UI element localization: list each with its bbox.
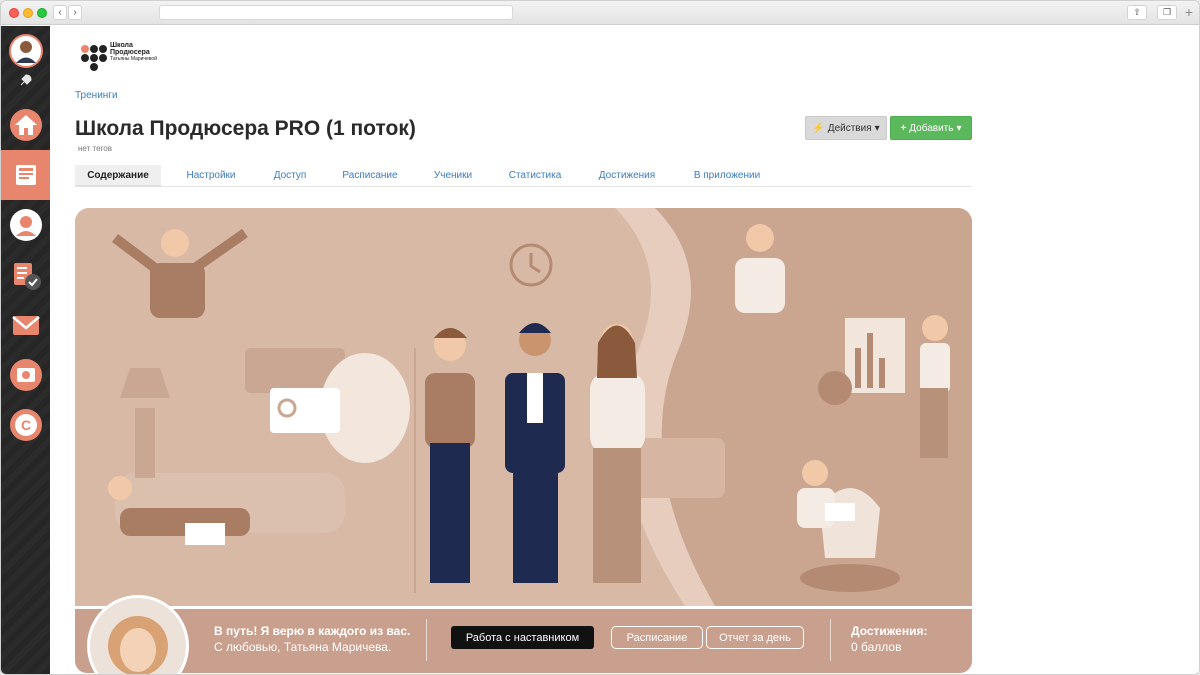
tags-label: нет тегов — [78, 144, 112, 153]
chevron-right-icon[interactable]: › — [68, 5, 82, 20]
tab-schedule[interactable]: Расписание — [335, 165, 405, 187]
sidebar-item-trainings[interactable] — [1, 150, 50, 200]
course-banner — [75, 208, 972, 606]
book-icon — [15, 165, 36, 185]
tab-achievements[interactable]: Достижения — [589, 165, 665, 187]
camera-icon — [9, 359, 42, 391]
add-button[interactable]: + Добавить ▾ — [890, 116, 972, 140]
bolt-icon: ⚡ — [812, 122, 825, 134]
sidebar-item-home[interactable] — [1, 100, 50, 150]
sidebar-item-sales[interactable]: C — [1, 400, 50, 450]
achievements-value: 0 баллов — [851, 640, 902, 654]
logo-line-1: Школа — [110, 42, 133, 49]
home-icon — [9, 109, 42, 141]
tab-content[interactable]: Содержание — [75, 165, 161, 187]
greeting-text: В путь! Я верю в каждого из вас. — [214, 624, 411, 638]
chevron-left-icon[interactable]: ‹ — [53, 5, 67, 20]
tab-settings[interactable]: Настройки — [171, 165, 251, 187]
sidebar-item-mail[interactable] — [1, 300, 50, 350]
mentor-button[interactable]: Работа с наставником — [451, 626, 594, 649]
sidebar-item-tasks[interactable] — [1, 250, 50, 300]
banner-illustration — [75, 208, 972, 606]
plus-icon: + — [900, 122, 907, 134]
sidebar: C — [1, 26, 50, 674]
logo-text: Школа Продюсера Татьяны Маричевой — [110, 42, 157, 63]
tabs-bar: Содержание Настройки Доступ Расписание У… — [75, 165, 972, 187]
mail-icon — [11, 316, 40, 335]
close-window-button[interactable] — [9, 8, 19, 18]
plus-icon[interactable]: + — [1185, 5, 1193, 19]
info-bar: В путь! Я верю в каждого из вас. С любов… — [75, 595, 972, 674]
caret-down-icon: ▾ — [956, 122, 962, 134]
schedule-button[interactable]: Расписание — [611, 626, 703, 649]
people-icon — [9, 209, 42, 241]
actions-button[interactable]: ⚡ Действия ▾ — [805, 116, 887, 140]
logo-line-2: Продюсера — [110, 49, 150, 56]
signature-text: С любовью, Татьяна Маричева. — [214, 640, 392, 654]
caret-down-icon: ▾ — [874, 122, 880, 134]
currency-icon: C — [9, 409, 42, 441]
logo-line-3: Татьяны Маричевой — [110, 56, 157, 62]
mentor-avatar — [87, 595, 189, 674]
tab-access[interactable]: Доступ — [260, 165, 320, 187]
sidebar-item-users[interactable] — [1, 200, 50, 250]
rocket-icon — [20, 74, 32, 86]
logo-dots-icon — [81, 45, 107, 71]
tasks-check-icon — [13, 263, 41, 290]
tab-in-app[interactable]: В приложении — [683, 165, 771, 187]
maximize-window-button[interactable] — [37, 8, 47, 18]
tab-students[interactable]: Ученики — [423, 165, 483, 187]
divider — [830, 619, 831, 661]
tab-statistics[interactable]: Статистика — [499, 165, 571, 187]
main-content: Школа Продюсера Татьяны Маричевой Тренин… — [50, 26, 1199, 674]
divider — [426, 619, 427, 661]
page-title: Школа Продюсера PRO (1 поток) — [75, 117, 416, 140]
achievements-title: Достижения: — [851, 624, 928, 638]
mentor-photo — [90, 598, 186, 674]
browser-window: ‹ › ⇧ ❐ + C Школа Продюсера Татьяны Мари… — [0, 0, 1200, 675]
svg-text:C: C — [20, 417, 30, 433]
browser-titlebar: ‹ › ⇧ ❐ + — [1, 1, 1199, 25]
tabs-icon[interactable]: ❐ — [1157, 5, 1177, 20]
sidebar-item-rocket[interactable] — [1, 60, 50, 100]
address-bar[interactable] — [159, 5, 513, 20]
sidebar-item-webinars[interactable] — [1, 350, 50, 400]
add-label: Добавить — [909, 122, 954, 134]
actions-label: Действия — [827, 122, 872, 134]
daily-report-button[interactable]: Отчет за день — [706, 626, 804, 649]
breadcrumb[interactable]: Тренинги — [75, 90, 118, 101]
school-logo: Школа Продюсера Татьяны Маричевой — [80, 42, 170, 74]
share-icon[interactable]: ⇧ — [1127, 5, 1147, 20]
minimize-window-button[interactable] — [23, 8, 33, 18]
